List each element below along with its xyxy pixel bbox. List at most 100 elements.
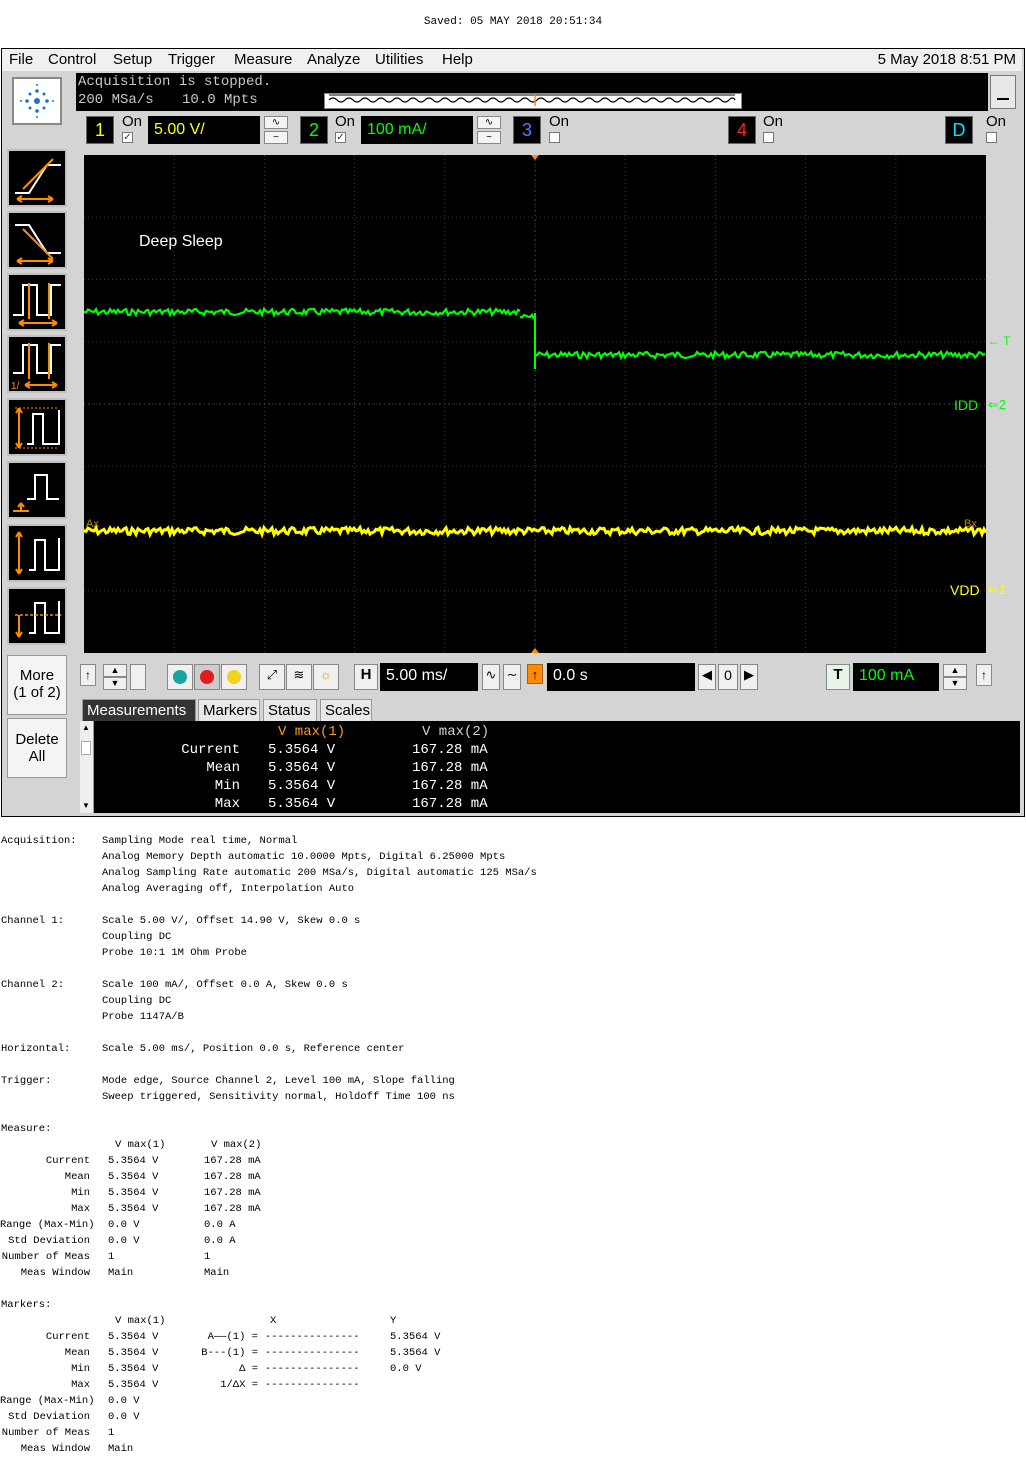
tab-measurements[interactable]: Measurements xyxy=(82,699,196,721)
tab-scales[interactable]: Scales xyxy=(320,699,372,721)
period-measure-icon[interactable] xyxy=(7,273,67,331)
trigger-down-button[interactable]: ▼ xyxy=(943,677,967,690)
saved-timestamp: Saved: 05 MAY 2018 20:51:34 xyxy=(423,16,603,28)
peak-to-peak-measure-icon[interactable] xyxy=(7,398,67,456)
timebase-fine-icon[interactable]: ∿ xyxy=(482,664,500,690)
report-measure-value: 167.28 mA xyxy=(204,1203,261,1215)
vdd-label: VDD xyxy=(950,582,980,598)
run-button[interactable] xyxy=(167,664,193,690)
single-button[interactable] xyxy=(221,664,247,690)
channel-2-ac-icon[interactable]: ∿ xyxy=(477,116,501,129)
max-measure-icon[interactable] xyxy=(7,461,67,519)
single-icon xyxy=(227,670,241,684)
trigger-level-marker[interactable]: ← T xyxy=(988,334,1010,348)
report-line: Mode edge, Source Channel 2, Level 100 m… xyxy=(102,1075,455,1087)
agilent-logo-icon[interactable] xyxy=(12,77,62,125)
report-measure-row-label: Range (Max-Min) xyxy=(0,1219,95,1231)
report-line: Coupling DC xyxy=(102,995,172,1007)
menu-control[interactable]: Control xyxy=(48,51,96,68)
more-page-label: (1 of 2) xyxy=(13,684,61,701)
trigger-level-value[interactable]: 100 mA xyxy=(853,663,939,691)
report-line: Scale 100 mA/, Offset 0.0 A, Skew 0.0 s xyxy=(102,979,348,991)
report-line: Analog Memory Depth automatic 10.0000 Mp… xyxy=(102,851,506,863)
brightness-icon[interactable]: ☼ xyxy=(313,664,339,690)
channel-2-ground-marker[interactable]: ⇐2 xyxy=(988,397,1006,413)
measurements-scrollbar[interactable]: ▲ ▼ xyxy=(80,721,94,813)
channel-2-marker-number: 2 xyxy=(998,397,1007,412)
horizontal-button[interactable]: H xyxy=(354,664,378,690)
digital-on-label: On xyxy=(986,113,1007,130)
scroll-up-arrow-icon[interactable]: ↑ xyxy=(80,664,96,686)
average-measure-icon[interactable] xyxy=(7,587,67,645)
menu-utilities[interactable]: Utilities xyxy=(375,51,423,68)
position-left-button[interactable]: ◀ xyxy=(698,664,716,690)
tab-status[interactable]: Status xyxy=(263,699,317,721)
channel-1-button[interactable]: 1 xyxy=(86,116,114,144)
report-measure-header: V max(1) xyxy=(115,1139,166,1151)
horizontal-position-value[interactable]: 0.0 s xyxy=(547,663,695,691)
nudge-up-button[interactable]: ▲ xyxy=(103,664,127,677)
scroll-down-icon[interactable]: ▼ xyxy=(82,801,90,810)
report-markers-value: 0.0 V xyxy=(108,1411,140,1423)
meas-value-2: 167.28 mA xyxy=(412,760,488,776)
timebase-coarse-icon[interactable]: ∼ xyxy=(503,664,521,690)
trigger-position-icon[interactable]: ↑ xyxy=(527,664,543,684)
scroll-thumb[interactable] xyxy=(81,741,91,755)
channel-2-scale[interactable]: 100 mA/ xyxy=(361,116,473,144)
trigger-button[interactable]: T xyxy=(826,664,850,690)
report-markers-row-label: Mean xyxy=(64,1347,90,1359)
scroll-up-icon[interactable]: ▲ xyxy=(82,723,90,732)
nudge-down-button[interactable]: ▼ xyxy=(103,677,127,690)
channel-4-checkbox[interactable] xyxy=(763,132,774,143)
trigger-marker-letter: T xyxy=(1003,334,1011,348)
autoscale-icon[interactable]: ⤢ xyxy=(259,664,285,690)
menu-setup[interactable]: Setup xyxy=(113,51,152,68)
trigger-position-top-icon xyxy=(531,155,539,160)
marker-bx-label: Bx xyxy=(964,518,977,530)
report-line: Scale 5.00 V/, Offset 14.90 V, Skew 0.0 … xyxy=(102,915,361,927)
frequency-measure-icon[interactable]: 1/ xyxy=(7,335,67,393)
clear-display-icon[interactable]: ≋ xyxy=(286,664,312,690)
waveform-overview[interactable] xyxy=(324,93,742,109)
menu-file[interactable]: File xyxy=(9,51,33,68)
channel-1-ac-icon[interactable]: ∿ xyxy=(264,116,288,129)
menu-help[interactable]: Help xyxy=(442,51,473,68)
trigger-up-button[interactable]: ▲ xyxy=(943,664,967,677)
fine-adjust-button[interactable] xyxy=(130,664,146,690)
channel-1-dc-icon[interactable]: ~ xyxy=(264,131,288,144)
report-measure-value: 0.0 V xyxy=(108,1219,140,1231)
report-markers-row-label: Min xyxy=(71,1363,90,1375)
channel-2-checkbox[interactable]: ✓ xyxy=(335,132,346,143)
meas-header-2: V max(2) xyxy=(422,724,490,740)
channel-1-ground-marker[interactable]: ⇐1 xyxy=(988,582,1006,598)
falling-edge-measure-icon[interactable] xyxy=(7,211,67,269)
channel-2-dc-icon[interactable]: ~ xyxy=(477,131,501,144)
trigger-arrow-icon[interactable]: ↑ xyxy=(976,664,992,686)
stop-button[interactable] xyxy=(194,664,220,690)
digital-checkbox[interactable] xyxy=(986,132,997,143)
channel-1-checkbox[interactable]: ✓ xyxy=(122,132,133,143)
timebase-value[interactable]: 5.00 ms/ xyxy=(380,663,478,691)
delete-all-button[interactable]: Delete All xyxy=(7,718,67,778)
channel-2-button[interactable]: 2 xyxy=(300,116,328,144)
menu-trigger[interactable]: Trigger xyxy=(168,51,215,68)
channel-2-trace-dip xyxy=(519,313,535,320)
channel-4-button[interactable]: 4 xyxy=(728,116,756,144)
minimize-button[interactable] xyxy=(990,75,1016,109)
more-button[interactable]: More (1 of 2) xyxy=(7,655,67,715)
rising-edge-measure-icon[interactable] xyxy=(7,149,67,207)
amplitude-measure-icon[interactable] xyxy=(7,524,67,582)
digital-channel-button[interactable]: D xyxy=(945,116,973,144)
waveform-display[interactable]: Ax Bx xyxy=(82,155,988,653)
position-zero-button[interactable]: 0 xyxy=(718,664,738,690)
sample-rate: 200 MSa/s xyxy=(78,92,154,108)
channel-3-checkbox[interactable] xyxy=(549,132,560,143)
report-markers-value: 1 xyxy=(108,1427,115,1439)
menu-analyze[interactable]: Analyze xyxy=(307,51,360,68)
report-markers-value: 5.3564 V xyxy=(108,1379,159,1391)
position-right-button[interactable]: ▶ xyxy=(740,664,758,690)
channel-3-button[interactable]: 3 xyxy=(513,116,541,144)
menu-measure[interactable]: Measure xyxy=(234,51,292,68)
tab-markers[interactable]: Markers xyxy=(198,699,260,721)
channel-1-scale[interactable]: 5.00 V/ xyxy=(148,116,260,144)
